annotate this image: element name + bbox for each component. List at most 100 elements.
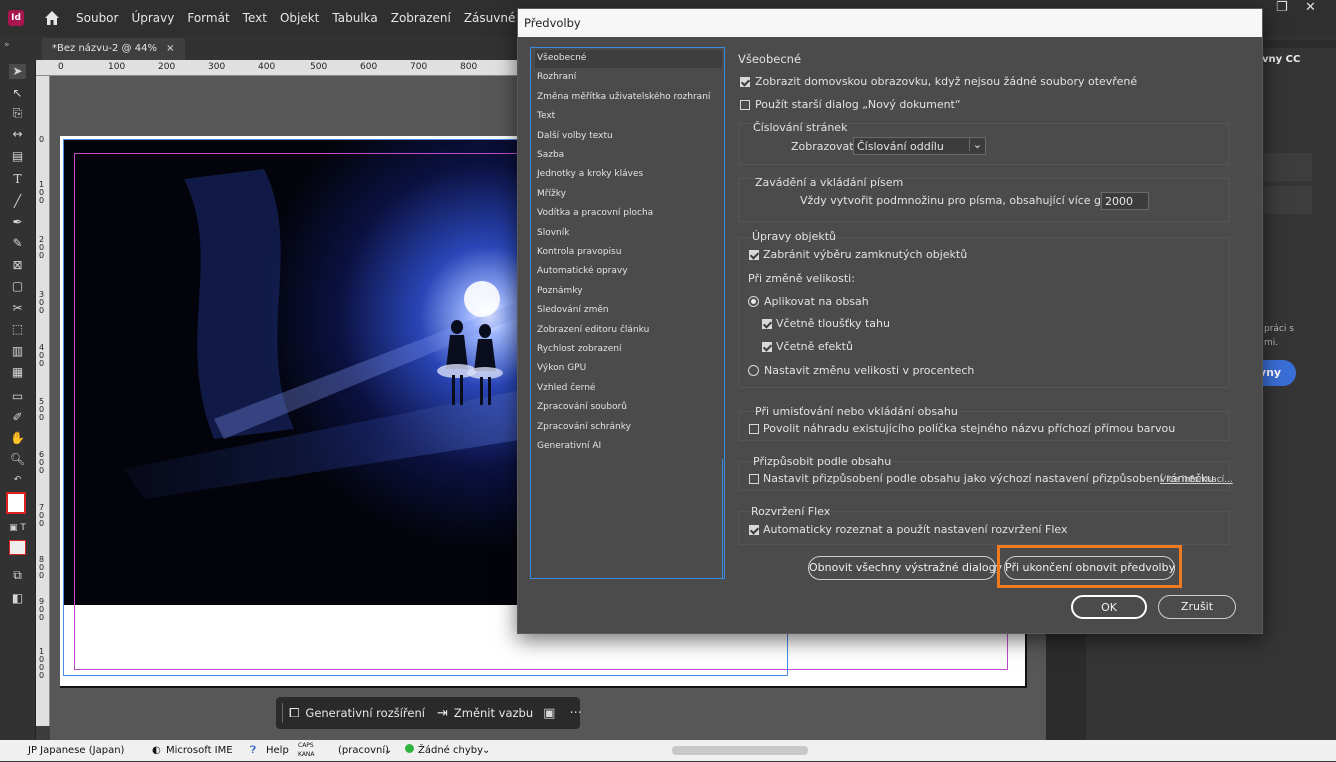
- more-options-icon[interactable]: ···: [569, 706, 581, 721]
- category-item[interactable]: Jednotky a kroky kláves: [535, 166, 722, 184]
- chevron-down-icon[interactable]: ⌄: [384, 745, 392, 756]
- fit-frame-icon[interactable]: ▣: [543, 706, 555, 721]
- hand-tool-icon[interactable]: ✋: [9, 431, 26, 446]
- indesign-logo: Id: [8, 10, 24, 26]
- close-tab-icon[interactable]: ×: [166, 43, 174, 54]
- formatting-container-icon[interactable]: ▣ T: [9, 521, 26, 536]
- contextual-task-bar: ⧠ Generativní rozšíření ⇥ Změnit vazbu ▣…: [276, 697, 582, 729]
- adjust-scaling-radio[interactable]: [748, 365, 759, 376]
- ruler-left-label: 400: [39, 343, 45, 368]
- category-item[interactable]: Mřížky: [535, 186, 722, 204]
- apply-to-content-radio[interactable]: [748, 296, 759, 307]
- category-list: Všeobecné Rozhraní Změna měřítka uživate…: [530, 47, 725, 579]
- rectangle-tool-icon[interactable]: ▢: [9, 279, 26, 294]
- line-tool-icon[interactable]: ╱: [9, 194, 26, 209]
- category-item[interactable]: Text: [535, 108, 722, 126]
- restore-window-icon[interactable]: ❐: [1276, 0, 1288, 15]
- page-numbering-select[interactable]: Číslování oddílu ⌄: [853, 137, 986, 155]
- category-item[interactable]: Zobrazení editoru článku: [535, 322, 722, 340]
- change-binding-label: Změnit vazbu: [453, 706, 534, 720]
- gradient-feather-icon[interactable]: ▦: [9, 365, 26, 380]
- direct-selection-tool-icon[interactable]: ↖: [9, 86, 26, 101]
- panel-field: [1256, 153, 1312, 181]
- category-item[interactable]: Rychlost zobrazení: [535, 341, 722, 359]
- category-item[interactable]: Poznámky: [535, 283, 722, 301]
- scissors-tool-icon[interactable]: ✂: [9, 301, 26, 316]
- dialog-title-bar[interactable]: Předvolby: [518, 9, 1262, 37]
- language-indicator[interactable]: JP Japanese (Japan): [28, 745, 124, 756]
- category-item[interactable]: Sazba: [535, 147, 722, 165]
- free-transform-tool-icon[interactable]: ⬚: [9, 322, 26, 337]
- category-scrollbar[interactable]: [722, 459, 723, 579]
- help-label[interactable]: Help: [266, 745, 289, 756]
- menu-edit[interactable]: Úpravy: [131, 11, 174, 25]
- placing-title: Při umisťování nebo vkládání obsahu: [755, 405, 958, 418]
- menu-view[interactable]: Zobrazení: [391, 11, 451, 25]
- ruler-top-label: 700: [410, 62, 428, 72]
- gradient-tool-icon[interactable]: ▥: [9, 344, 26, 359]
- selection-tool-icon[interactable]: ➤: [9, 64, 26, 79]
- prevent-locked-checkbox[interactable]: [749, 250, 759, 260]
- category-item[interactable]: Slovník: [535, 225, 722, 243]
- category-item[interactable]: Sledování změn: [535, 302, 722, 320]
- horizontal-scrollbar[interactable]: [672, 746, 808, 755]
- rectangle-frame-tool-icon[interactable]: ⊠: [9, 258, 26, 273]
- category-item[interactable]: Všeobecné: [535, 50, 722, 68]
- menu-format[interactable]: Formát: [187, 11, 229, 25]
- pen-tool-icon[interactable]: ✒: [9, 215, 26, 230]
- font-subset-input[interactable]: 2000: [1101, 192, 1149, 210]
- document-tab[interactable]: *Bez názvu-2 @ 44% ×: [42, 38, 185, 60]
- preview-mode-icon[interactable]: ◧: [9, 591, 26, 606]
- show-home-checkbox[interactable]: [740, 77, 750, 87]
- ok-button[interactable]: OK: [1071, 595, 1147, 619]
- category-item[interactable]: Kontrola pravopisu: [535, 244, 722, 262]
- category-item[interactable]: Generativní AI: [535, 438, 722, 456]
- type-tool-icon[interactable]: T: [9, 172, 26, 187]
- apply-none-icon[interactable]: [9, 540, 26, 555]
- menu-file[interactable]: Soubor: [76, 11, 118, 25]
- legacy-new-doc-checkbox[interactable]: [740, 100, 750, 110]
- category-item[interactable]: Další volby textu: [535, 128, 722, 146]
- menu-table[interactable]: Tabulka: [332, 11, 377, 25]
- cancel-button[interactable]: Zrušit: [1158, 595, 1236, 619]
- generative-expand-icon: ⧠: [289, 705, 300, 721]
- home-icon[interactable]: [42, 8, 62, 28]
- eyedropper-tool-icon[interactable]: ✐: [9, 410, 26, 425]
- include-effects-checkbox[interactable]: [762, 342, 772, 352]
- close-window-icon[interactable]: ✕: [1305, 0, 1316, 15]
- allow-swatch-checkbox[interactable]: [749, 424, 759, 434]
- page-tool-icon[interactable]: ⎘: [9, 106, 26, 121]
- category-item[interactable]: Výkon GPU: [535, 360, 722, 378]
- category-item[interactable]: Změna měřítka uživatelského rozhraní: [535, 89, 722, 107]
- screen-mode-icon[interactable]: ⧉: [9, 568, 26, 583]
- content-collector-icon[interactable]: ▤: [9, 149, 26, 164]
- category-item[interactable]: Rozhraní: [535, 69, 722, 87]
- note-tool-icon[interactable]: ▭: [9, 389, 26, 404]
- pencil-tool-icon[interactable]: ✎: [9, 236, 26, 251]
- swap-fill-stroke-icon[interactable]: ↶: [9, 473, 26, 488]
- ime-indicator[interactable]: Microsoft IME: [166, 745, 233, 756]
- chevron-down-icon[interactable]: ⌄: [482, 745, 490, 756]
- default-fit-checkbox[interactable]: [749, 474, 759, 484]
- reset-prefs-on-quit-button[interactable]: Při ukončení obnovit předvolby: [1004, 556, 1175, 580]
- menu-object[interactable]: Objekt: [280, 11, 319, 25]
- category-item[interactable]: Zpracování schránky: [535, 419, 722, 437]
- fill-stroke-icon[interactable]: [6, 492, 26, 514]
- category-item[interactable]: Zpracování souborů: [535, 399, 722, 417]
- generative-expand-button[interactable]: ⧠ Generativní rozšíření: [283, 706, 431, 721]
- gap-tool-icon[interactable]: ↔: [9, 127, 26, 142]
- category-item[interactable]: Automatické opravy: [535, 263, 722, 281]
- collapse-panels-icon[interactable]: »: [4, 40, 10, 50]
- change-binding-button[interactable]: ⇥ Změnit vazbu: [431, 706, 539, 721]
- menu-text[interactable]: Text: [243, 11, 267, 25]
- zoom-tool-icon[interactable]: 🔍︎: [9, 452, 26, 467]
- more-info-link[interactable]: Více informací...: [1160, 475, 1233, 485]
- adjust-scaling-label: Nastavit změnu velikosti v procentech: [764, 364, 975, 377]
- category-item[interactable]: Vzhled černé: [535, 380, 722, 398]
- preflight-status[interactable]: Žádné chyby: [418, 745, 483, 756]
- flex-auto-checkbox[interactable]: [749, 525, 759, 535]
- reset-warnings-button[interactable]: Obnovit všechny výstražné dialogy: [808, 556, 1002, 580]
- working-profile[interactable]: (pracovní): [338, 745, 389, 756]
- category-item[interactable]: Vodítka a pracovní plocha: [535, 205, 722, 223]
- include-stroke-checkbox[interactable]: [762, 319, 772, 329]
